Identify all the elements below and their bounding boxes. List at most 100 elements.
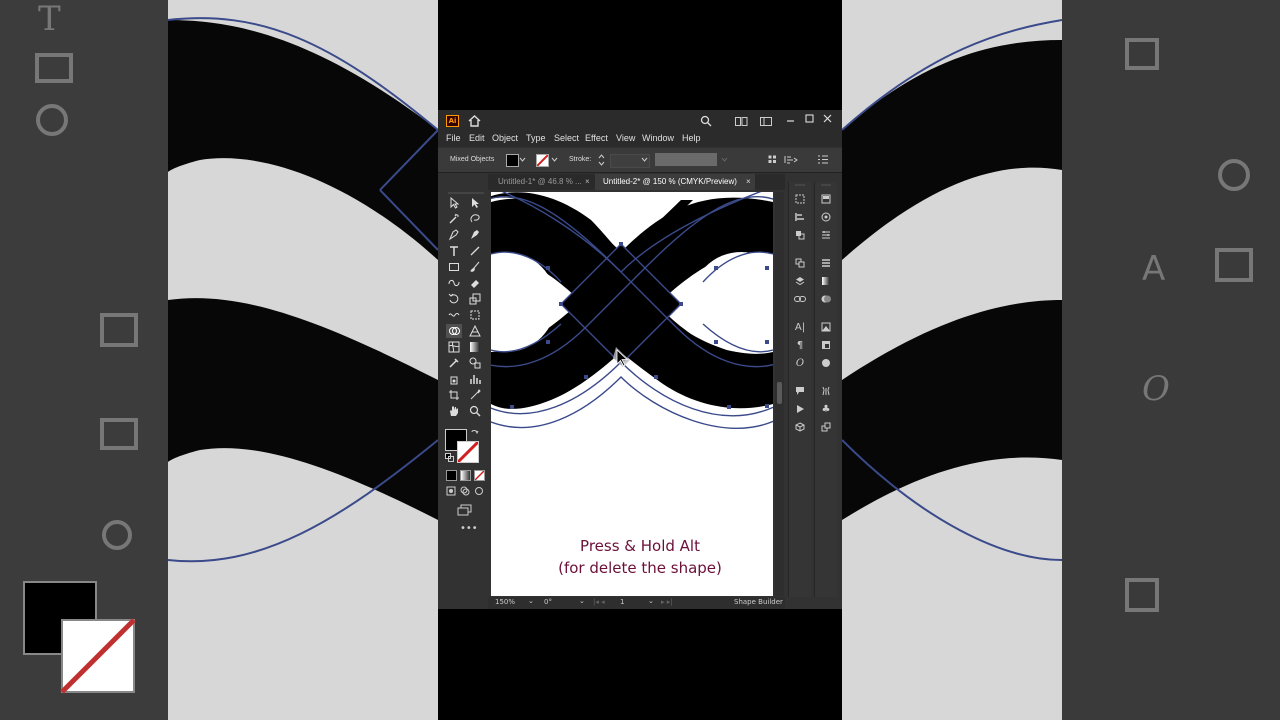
actions-icon[interactable] xyxy=(792,402,808,416)
menu-file[interactable]: File xyxy=(446,133,461,143)
gradient-panel-icon[interactable] xyxy=(818,274,834,288)
3d-materials-icon[interactable] xyxy=(792,420,808,434)
image-trace-icon[interactable] xyxy=(818,320,834,334)
arrange-documents-icon[interactable] xyxy=(735,117,748,126)
first-artboard-icon[interactable]: |◂ ◂ xyxy=(593,598,605,606)
rotation-value[interactable]: 0° xyxy=(544,598,552,606)
selection-tool-icon[interactable] xyxy=(446,196,462,210)
menu-effect[interactable]: Effect xyxy=(585,133,608,143)
paintbrush-tool-icon[interactable] xyxy=(467,260,483,274)
mesh-tool-icon[interactable] xyxy=(446,340,462,354)
fill-swatch[interactable] xyxy=(506,154,519,167)
comments-icon[interactable] xyxy=(792,384,808,398)
stroke-stepper-icon[interactable] xyxy=(598,154,605,166)
transparency-icon[interactable] xyxy=(818,292,834,306)
links-icon[interactable] xyxy=(792,292,808,306)
align-icon[interactable] xyxy=(768,155,777,164)
direct-selection-tool-icon[interactable] xyxy=(467,196,483,210)
symbol-sprayer-tool-icon[interactable] xyxy=(446,372,462,386)
screen-mode-icon[interactable] xyxy=(457,504,473,517)
type-tool-icon[interactable] xyxy=(446,244,462,258)
variable-width-profile[interactable] xyxy=(655,153,717,166)
stroke-swatch[interactable] xyxy=(536,154,549,167)
maximize-icon[interactable] xyxy=(805,114,814,123)
paragraph-icon[interactable]: ¶ xyxy=(792,338,808,352)
zoom-tool-icon[interactable] xyxy=(467,404,483,418)
tab-untitled-1[interactable]: Untitled-1* @ 46.8 % ... × xyxy=(488,174,595,190)
chevron-down-icon[interactable] xyxy=(519,157,526,162)
next-artboard-icon[interactable]: ▸ ▸| xyxy=(661,598,673,606)
align-panel-icon[interactable] xyxy=(792,210,808,224)
menu-select[interactable]: Select xyxy=(554,133,579,143)
menu-window[interactable]: Window xyxy=(642,133,674,143)
magic-wand-icon[interactable] xyxy=(446,212,462,226)
workspace-icon[interactable] xyxy=(760,117,772,126)
warp-tool-icon[interactable] xyxy=(446,308,462,322)
chevron-down-icon[interactable]: ⌄ xyxy=(648,597,654,605)
artboard-number[interactable]: 1 xyxy=(620,598,624,606)
draw-normal-icon[interactable] xyxy=(446,486,456,496)
stroke-panel-icon[interactable] xyxy=(818,256,834,270)
perspective-grid-tool-icon[interactable] xyxy=(467,324,483,338)
panel-menu-icon[interactable] xyxy=(818,155,828,164)
rectangle-tool-icon[interactable] xyxy=(446,260,462,274)
menu-view[interactable]: View xyxy=(616,133,635,143)
pen-tool-icon[interactable] xyxy=(446,228,462,242)
color-mode-icon[interactable] xyxy=(446,470,457,481)
minimize-icon[interactable] xyxy=(786,116,795,125)
adjust-icon[interactable] xyxy=(818,228,834,242)
more-tools-icon[interactable]: ••• xyxy=(460,523,478,534)
shaper-tool-icon[interactable] xyxy=(446,276,462,290)
none-mode-icon[interactable] xyxy=(474,470,485,481)
tab-close-icon[interactable]: × xyxy=(585,174,590,190)
artboards-icon[interactable] xyxy=(792,256,808,270)
free-transform-tool-icon[interactable] xyxy=(467,308,483,322)
gradient-tool-icon[interactable] xyxy=(467,340,483,354)
tab-untitled-2[interactable]: Untitled-2* @ 150 % (CMYK/Preview) × xyxy=(595,174,755,190)
chevron-down-icon[interactable] xyxy=(641,157,648,162)
transform-icon[interactable] xyxy=(784,155,798,164)
eyedropper-tool-icon[interactable] xyxy=(446,356,462,370)
artboard-canvas[interactable]: Press & Hold Alt (for delete the shape) xyxy=(491,192,773,596)
character-icon[interactable]: A| xyxy=(792,320,808,334)
scrollbar-thumb[interactable] xyxy=(777,382,782,404)
libraries-icon[interactable] xyxy=(818,420,834,434)
chevron-down-icon[interactable] xyxy=(721,157,728,162)
rotate-tool-icon[interactable] xyxy=(446,292,462,306)
scale-tool-icon[interactable] xyxy=(467,292,483,306)
curvature-tool-icon[interactable] xyxy=(467,228,483,242)
eraser-tool-icon[interactable] xyxy=(467,276,483,290)
layers-icon[interactable] xyxy=(792,274,808,288)
pathfinder-icon[interactable] xyxy=(792,228,808,242)
menu-help[interactable]: Help xyxy=(682,133,701,143)
menu-type[interactable]: Type xyxy=(526,133,546,143)
appearance-icon[interactable] xyxy=(818,356,834,370)
close-icon[interactable] xyxy=(823,114,832,123)
home-icon[interactable] xyxy=(468,115,481,127)
draw-inside-icon[interactable] xyxy=(474,486,484,496)
chevron-down-icon[interactable]: ⌄ xyxy=(528,597,534,605)
hand-tool-icon[interactable] xyxy=(446,404,462,418)
blend-tool-icon[interactable] xyxy=(467,356,483,370)
draw-behind-icon[interactable] xyxy=(460,486,470,496)
stroke-color-swatch[interactable] xyxy=(457,441,479,463)
color-guide-icon[interactable] xyxy=(818,210,834,224)
brushes-icon[interactable] xyxy=(818,384,834,398)
gradient-mode-icon[interactable] xyxy=(460,470,471,481)
shape-builder-tool-icon[interactable] xyxy=(446,324,462,338)
artboard-tool-icon[interactable] xyxy=(446,388,462,402)
search-icon[interactable] xyxy=(700,115,712,127)
chevron-down-icon[interactable] xyxy=(551,157,558,162)
menu-edit[interactable]: Edit xyxy=(469,133,485,143)
column-graph-tool-icon[interactable] xyxy=(467,372,483,386)
symbols-icon[interactable]: ♣ xyxy=(818,402,834,416)
vertical-scrollbar[interactable] xyxy=(775,192,784,596)
properties-icon[interactable] xyxy=(792,192,808,206)
chevron-down-icon[interactable]: ⌄ xyxy=(579,597,585,605)
slice-tool-icon[interactable] xyxy=(467,388,483,402)
menu-object[interactable]: Object xyxy=(492,133,518,143)
zoom-level[interactable]: 150% xyxy=(495,598,515,606)
lasso-tool-icon[interactable] xyxy=(467,212,483,226)
swap-fill-stroke-icon[interactable] xyxy=(471,429,479,437)
line-segment-tool-icon[interactable] xyxy=(467,244,483,258)
